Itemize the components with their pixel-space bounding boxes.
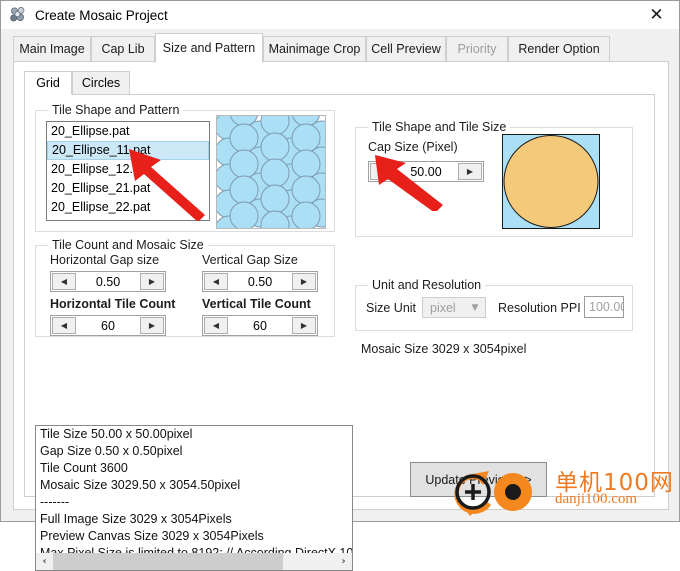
cap-size-label: Cap Size (Pixel) bbox=[368, 140, 458, 154]
list-item[interactable]: 20_Ellipse_21.pat bbox=[47, 179, 209, 198]
chevron-down-icon: ▼ bbox=[471, 302, 479, 313]
list-item[interactable]: 20_Ellipse_12.pat bbox=[47, 160, 209, 179]
decrement-icon[interactable]: ◀ bbox=[52, 317, 76, 334]
decrement-icon[interactable]: ◀ bbox=[204, 273, 228, 290]
tile-shape-and-pattern-label: Tile Shape and Pattern bbox=[48, 103, 184, 117]
mosaic-app-icon bbox=[9, 6, 27, 24]
log-line: Tile Count 3600 bbox=[40, 461, 128, 475]
list-item-selected[interactable]: 20_Ellipse_11.pat bbox=[47, 141, 209, 160]
grid-circles-tabstrip: Grid Circles bbox=[24, 71, 264, 95]
cap-size-stepper[interactable]: ◀ 50.00 ▶ bbox=[368, 161, 484, 182]
subtab-grid[interactable]: Grid bbox=[24, 71, 72, 95]
increment-icon[interactable]: ▶ bbox=[292, 273, 316, 290]
size-unit-label: Size Unit bbox=[366, 301, 417, 315]
log-line: ------- bbox=[40, 495, 70, 509]
log-line: Full Image Size 3029 x 3054Pixels bbox=[40, 512, 232, 526]
main-tabstrip: Main Image Cap Lib Size and Pattern Main… bbox=[13, 33, 631, 63]
mosaic-size-text: Mosaic Size 3029 x 3054pixel bbox=[361, 342, 527, 356]
decrement-icon[interactable]: ◀ bbox=[370, 163, 394, 180]
close-icon[interactable]: ✕ bbox=[634, 1, 679, 29]
tab-main-image[interactable]: Main Image bbox=[13, 36, 91, 62]
log-line: Preview Canvas Size 3029 x 3054Pixels bbox=[40, 529, 264, 543]
title-bar: Create Mosaic Project ✕ bbox=[1, 1, 679, 29]
resolution-ppi-label: Resolution PPI bbox=[498, 301, 581, 315]
tile-shape-and-tile-size-label: Tile Shape and Tile Size bbox=[368, 120, 511, 134]
circle-tile-preview bbox=[502, 134, 600, 229]
resolution-ppi-field[interactable]: 100.00 bbox=[584, 296, 624, 318]
horizontal-gap-size-value: 0.50 bbox=[95, 274, 121, 289]
tile-shape-and-tile-size-group: Tile Shape and Tile Size Cap Size (Pixel… bbox=[355, 120, 633, 237]
size-unit-value: pixel bbox=[430, 300, 456, 315]
vertical-gap-size-label: Vertical Gap Size bbox=[202, 253, 298, 267]
watermark-logo: 单机100网 danji100.com bbox=[437, 459, 673, 517]
log-line: Mosaic Size 3029.50 x 3054.50pixel bbox=[40, 478, 241, 492]
horizontal-tile-count-value: 60 bbox=[101, 318, 115, 333]
increment-icon[interactable]: ▶ bbox=[140, 317, 164, 334]
subtab-circles[interactable]: Circles bbox=[72, 71, 130, 95]
unit-and-resolution-label: Unit and Resolution bbox=[368, 278, 486, 292]
cap-size-value: 50.00 bbox=[410, 164, 442, 179]
scrollbar-thumb[interactable] bbox=[53, 553, 283, 570]
size-and-pattern-page: Grid Circles Tile Shape and Pattern 20_E… bbox=[13, 62, 669, 571]
unit-and-resolution-group: Unit and Resolution Size Unit pixel ▼ Re… bbox=[355, 278, 633, 331]
tab-cell-preview[interactable]: Cell Preview bbox=[366, 36, 446, 62]
tab-priority: Priority bbox=[446, 36, 508, 62]
decrement-icon[interactable]: ◀ bbox=[204, 317, 228, 334]
vertical-tile-count-label: Vertical Tile Count bbox=[202, 297, 311, 311]
vertical-gap-size-value: 0.50 bbox=[247, 274, 273, 289]
tab-cap-lib[interactable]: Cap Lib bbox=[91, 36, 155, 62]
log-horizontal-scrollbar[interactable]: ‹ › bbox=[36, 553, 352, 570]
grid-panel: Tile Shape and Pattern 20_Ellipse.pat 20… bbox=[24, 94, 655, 571]
resolution-ppi-value: 100.00 bbox=[589, 300, 624, 314]
list-item[interactable]: 20_Ellipse.pat bbox=[47, 122, 209, 141]
horizontal-gap-size-label: Horizontal Gap size bbox=[50, 253, 160, 267]
size-unit-select: pixel ▼ bbox=[422, 297, 486, 318]
log-line: Tile Size 50.00 x 50.00pixel bbox=[40, 427, 193, 441]
scrollbar-track[interactable] bbox=[53, 553, 335, 570]
log-line: Gap Size 0.50 x 0.50pixel bbox=[40, 444, 183, 458]
tile-count-and-mosaic-size-group: Tile Count and Mosaic Size Horizontal Ga… bbox=[35, 238, 335, 337]
vertical-gap-size-stepper[interactable]: ◀ 0.50 ▶ bbox=[202, 271, 318, 292]
tile-shape-and-pattern-group: Tile Shape and Pattern 20_Ellipse.pat 20… bbox=[35, 103, 335, 232]
scroll-left-icon[interactable]: ‹ bbox=[36, 553, 53, 570]
horizontal-tile-count-label: Horizontal Tile Count bbox=[50, 297, 176, 311]
horizontal-gap-size-stepper[interactable]: ◀ 0.50 ▶ bbox=[50, 271, 166, 292]
staggered-circle-pattern-preview bbox=[216, 115, 326, 229]
decrement-icon[interactable]: ◀ bbox=[52, 273, 76, 290]
tab-mainimage-crop[interactable]: Mainimage Crop bbox=[263, 36, 366, 62]
window-title: Create Mosaic Project bbox=[35, 7, 168, 23]
pattern-listbox[interactable]: 20_Ellipse.pat 20_Ellipse_11.pat 20_Elli… bbox=[46, 121, 210, 221]
vertical-tile-count-value: 60 bbox=[253, 318, 267, 333]
vertical-tile-count-stepper[interactable]: ◀ 60 ▶ bbox=[202, 315, 318, 336]
horizontal-tile-count-stepper[interactable]: ◀ 60 ▶ bbox=[50, 315, 166, 336]
tile-count-and-mosaic-size-label: Tile Count and Mosaic Size bbox=[48, 238, 208, 252]
tab-size-and-pattern[interactable]: Size and Pattern bbox=[155, 33, 263, 63]
list-item[interactable]: 20_Ellipse_22.pat bbox=[47, 198, 209, 217]
increment-icon[interactable]: ▶ bbox=[458, 163, 482, 180]
increment-icon[interactable]: ▶ bbox=[140, 273, 164, 290]
scroll-right-icon[interactable]: › bbox=[335, 553, 352, 570]
tab-render-option[interactable]: Render Option bbox=[508, 36, 610, 62]
create-mosaic-project-window: Create Mosaic Project ✕ Main Image Cap L… bbox=[0, 0, 680, 571]
log-textbox[interactable]: Tile Size 50.00 x 50.00pixel Gap Size 0.… bbox=[35, 425, 353, 571]
increment-icon[interactable]: ▶ bbox=[292, 317, 316, 334]
watermark-en-text: danji100.com bbox=[555, 491, 638, 507]
